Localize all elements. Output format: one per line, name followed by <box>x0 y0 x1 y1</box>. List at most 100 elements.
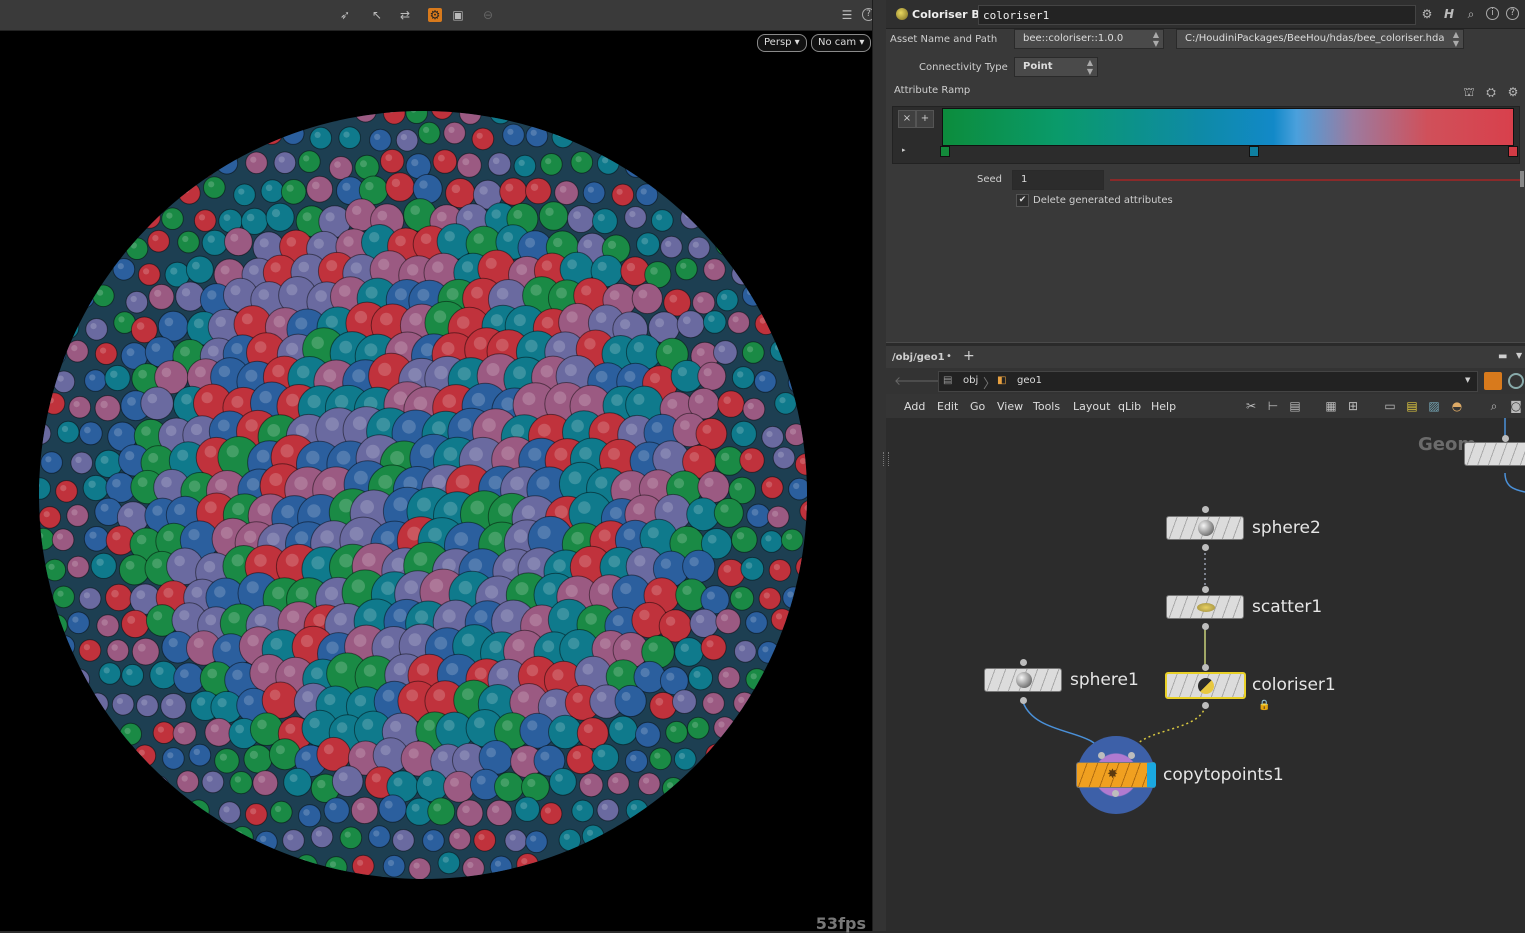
menu-tools[interactable]: Tools <box>1033 400 1060 413</box>
tab-close-icon[interactable]: • <box>946 351 952 362</box>
scene-viewport[interactable]: Persp ▾ No cam ▾ 53fps <box>0 0 872 933</box>
menu-qlib[interactable]: qLib <box>1118 400 1141 413</box>
stepper-icon[interactable]: ▲ ▼ <box>1153 30 1159 48</box>
snap-icon[interactable]: ⚙ <box>428 8 442 22</box>
copied-sphere <box>780 528 804 552</box>
zoom-icon[interactable]: ⌕ <box>1487 399 1501 413</box>
sphere2-node[interactable] <box>1166 516 1244 540</box>
path-obj[interactable]: obj <box>963 375 978 386</box>
sphere-highlight <box>246 478 260 491</box>
menu-layout[interactable]: Layout <box>1073 400 1110 413</box>
pin-icon[interactable] <box>1484 372 1502 390</box>
tools-icon[interactable]: ✂ <box>1244 399 1258 413</box>
sphere2-input-connector[interactable] <box>1202 506 1209 513</box>
sphere-highlight <box>391 178 401 188</box>
sphere-highlight <box>568 637 580 650</box>
sphere-highlight <box>313 613 326 627</box>
select-arrow-icon[interactable]: ↖ <box>370 8 384 22</box>
menu-view[interactable]: View <box>997 400 1023 413</box>
tab-obj-geo1[interactable]: /obj/geo1 <box>892 352 945 363</box>
copytopoints1-node[interactable]: ✸ <box>1076 762 1156 788</box>
expand-ramp-icon[interactable]: ▸ <box>902 146 906 154</box>
transform-icon[interactable]: ⇄ <box>398 8 412 22</box>
ramp-key-2[interactable] <box>1249 146 1259 157</box>
list-icon[interactable]: ▤ <box>1288 399 1302 413</box>
help-icon[interactable]: ? <box>1506 7 1519 20</box>
sphere1-input-connector[interactable] <box>1020 659 1027 666</box>
delete-attributes-checkbox[interactable]: ✔ <box>1016 194 1029 207</box>
grid-icon[interactable]: ▦ <box>1324 399 1338 413</box>
geom-input-connector[interactable] <box>1502 435 1509 442</box>
coloriser1-input-connector[interactable] <box>1202 664 1209 671</box>
ramp-gear-icon[interactable]: ⚙ <box>1506 85 1520 99</box>
seed-slider-handle[interactable] <box>1520 171 1524 187</box>
ramp-key-1[interactable] <box>940 146 950 157</box>
sphere-highlight <box>457 418 472 432</box>
add-tab-icon[interactable]: + <box>963 348 975 364</box>
color-ramp-gradient[interactable] <box>942 108 1514 146</box>
asset-path-field[interactable]: C:/HoudiniPackages/BeeHou/hdas/bee_color… <box>1176 29 1464 49</box>
display-options-icon[interactable]: ☰ <box>840 8 854 22</box>
menu-edit[interactable]: Edit <box>937 400 958 413</box>
menu-help[interactable]: Help <box>1151 400 1176 413</box>
dot-icon[interactable]: ◓ <box>1450 399 1464 413</box>
copied-sphere <box>173 662 205 694</box>
info-icon[interactable]: i <box>1486 7 1499 20</box>
splitter-grip[interactable] <box>883 452 889 466</box>
sphere1-node[interactable] <box>984 668 1062 692</box>
lock-icon[interactable]: 🔒 <box>1258 700 1270 711</box>
copied-sphere <box>689 608 719 638</box>
node-name-field[interactable]: coloriser1 <box>978 5 1416 25</box>
camera-menu[interactable]: No cam ▾ <box>811 34 872 52</box>
menu-add[interactable]: Add <box>904 400 925 413</box>
search-icon[interactable]: ⌕ <box>1464 7 1478 21</box>
ramp-key-3[interactable] <box>1508 146 1518 157</box>
select-icon[interactable]: ➶ <box>338 8 352 22</box>
pane-menu-icon[interactable]: ▼ <box>1516 351 1522 360</box>
scatter1-output-connector[interactable] <box>1202 623 1209 630</box>
ramp-preset-icon[interactable]: ⛫ <box>1462 85 1476 99</box>
persp-menu[interactable]: Persp ▾ <box>757 34 807 52</box>
sphere-highlight <box>355 748 366 759</box>
sphere-highlight <box>553 340 566 353</box>
sphere-highlight <box>513 366 526 380</box>
copied-sphere <box>351 854 375 878</box>
tree-icon[interactable]: ⊢ <box>1266 399 1280 413</box>
layout-grid-icon[interactable]: ⊞ <box>1346 399 1360 413</box>
copied-sphere <box>611 183 635 207</box>
add-key-button[interactable]: + <box>916 110 934 128</box>
geom-node[interactable] <box>1464 442 1525 466</box>
scatter1-node[interactable] <box>1166 595 1244 619</box>
asset-name-field[interactable]: bee::coloriser::1.0.0 ▲ ▼ <box>1014 29 1164 49</box>
houdini-h-icon[interactable]: H <box>1442 7 1456 21</box>
stepper-icon[interactable]: ▲ ▼ <box>1453 30 1459 48</box>
copytopoints1-input-left[interactable] <box>1098 752 1105 759</box>
pane-layout-icon[interactable]: ▬ <box>1498 351 1507 362</box>
menu-go[interactable]: Go <box>970 400 985 413</box>
coloriser1-node[interactable] <box>1165 672 1246 699</box>
remove-key-button[interactable]: × <box>898 110 916 128</box>
sphere-highlight <box>595 312 607 324</box>
scatter1-input-connector[interactable] <box>1202 586 1209 593</box>
copytopoints1-output-connector[interactable] <box>1112 790 1119 797</box>
copytopoints1-input-right[interactable] <box>1128 752 1135 759</box>
sphere1-output-connector[interactable] <box>1020 697 1027 704</box>
path-geo1[interactable]: geo1 <box>1017 375 1042 386</box>
path-field[interactable]: ▤ obj 〉 ◧ geo1 ▼ <box>938 371 1478 392</box>
image-icon[interactable]: ▨ <box>1427 399 1441 413</box>
link-icon[interactable] <box>1508 373 1524 389</box>
sphere-highlight <box>695 614 705 624</box>
ramp-link-icon[interactable]: ⛭ <box>1484 85 1498 99</box>
seed-slider[interactable] <box>1110 179 1520 181</box>
network-box-icon[interactable]: ▭ <box>1383 399 1397 413</box>
network-canvas[interactable]: Geom sphere2 scatter1 sphere1 🔒 colorise… <box>886 418 1525 931</box>
path-dropdown-icon[interactable]: ▼ <box>1465 376 1470 384</box>
camera-icon[interactable]: ◙ <box>1509 399 1523 413</box>
coloriser1-output-connector[interactable] <box>1202 702 1209 709</box>
gear-icon[interactable]: ⚙ <box>1420 7 1434 21</box>
seed-field[interactable]: 1 <box>1012 170 1104 190</box>
sphere2-output-connector[interactable] <box>1202 544 1209 551</box>
sticky-note-icon[interactable]: ▤ <box>1405 399 1419 413</box>
connectivity-select[interactable]: Point ▲ ▼ <box>1014 57 1098 77</box>
display-icon[interactable]: ▣ <box>451 8 465 22</box>
